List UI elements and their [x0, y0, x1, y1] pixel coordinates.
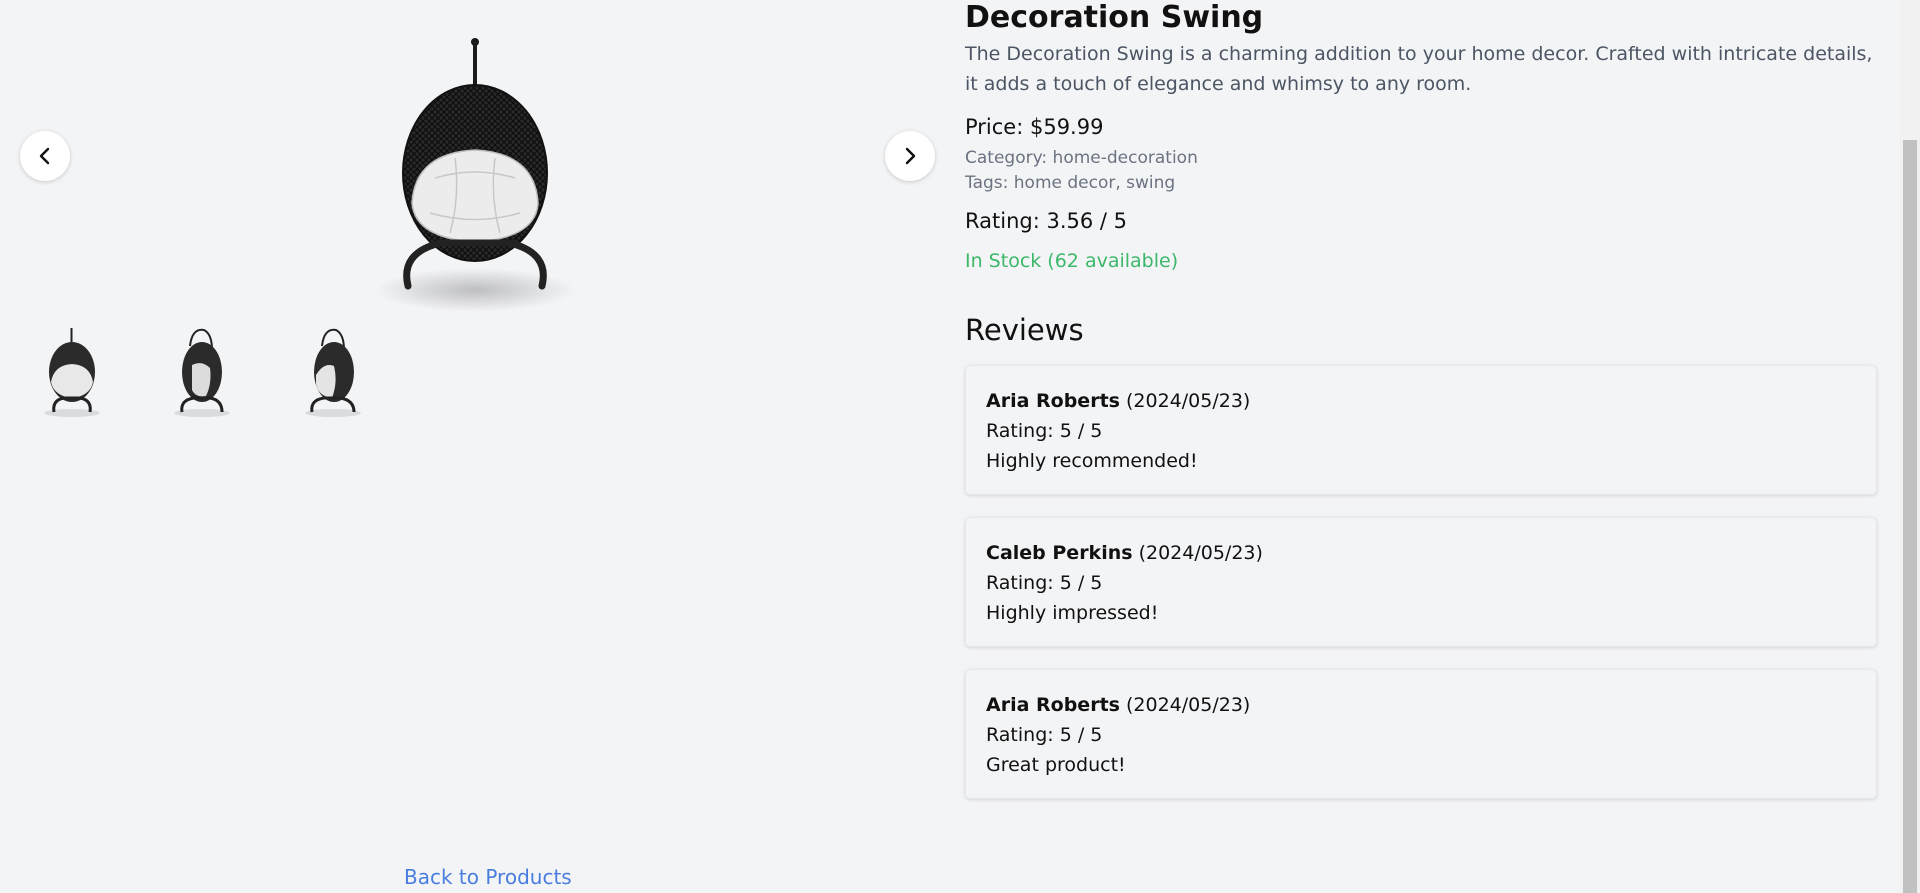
vertical-scrollbar[interactable] — [1900, 0, 1920, 893]
review-rating: Rating: 5 / 5 — [986, 420, 1103, 442]
review-date: (2024/05/23) — [1119, 694, 1251, 716]
review-comment: Highly impressed! — [986, 602, 1159, 624]
product-tags: Tags: home decor, swing — [965, 173, 1176, 193]
product-price: Price: $59.99 — [965, 115, 1104, 139]
product-main-image — [375, 38, 575, 312]
review-header: Aria Roberts (2024/05/23) — [986, 386, 1856, 416]
reviews-heading: Reviews — [965, 313, 1084, 347]
product-details: Decoration Swing The Decoration Swing is… — [965, 0, 1880, 821]
product-rating: Rating: 3.56 / 5 — [965, 209, 1128, 233]
scrollbar-thumb[interactable] — [1903, 140, 1917, 893]
product-page: Back to Products Decoration Swing The De… — [0, 0, 1920, 893]
back-to-products-link[interactable]: Back to Products — [404, 865, 572, 889]
thumbnail-2[interactable] — [162, 320, 242, 420]
review-rating: Rating: 5 / 5 — [986, 572, 1103, 594]
thumbnail-3[interactable] — [292, 320, 372, 420]
review-card: Aria Roberts (2024/05/23) Rating: 5 / 5 … — [965, 365, 1877, 495]
review-rating: Rating: 5 / 5 — [986, 724, 1103, 746]
review-author: Aria Roberts — [986, 694, 1120, 716]
chevron-left-icon — [39, 147, 50, 165]
product-title: Decoration Swing — [965, 0, 1264, 35]
review-card: Caleb Perkins (2024/05/23) Rating: 5 / 5… — [965, 517, 1877, 647]
review-author: Aria Roberts — [986, 390, 1120, 412]
review-author: Caleb Perkins — [986, 542, 1133, 564]
review-date: (2024/05/23) — [1119, 390, 1251, 412]
review-header: Caleb Perkins (2024/05/23) — [986, 538, 1856, 568]
review-date: (2024/05/23) — [1132, 542, 1263, 564]
chevron-right-icon — [905, 147, 916, 165]
review-list: Aria Roberts (2024/05/23) Rating: 5 / 5 … — [965, 365, 1880, 799]
review-comment: Highly recommended! — [986, 450, 1198, 472]
product-gallery: Back to Products — [0, 0, 940, 893]
thumbnail-strip — [32, 320, 372, 420]
stock-status: In Stock (62 available) — [965, 250, 1179, 272]
review-header: Aria Roberts (2024/05/23) — [986, 690, 1856, 720]
previous-image-button[interactable] — [20, 131, 70, 181]
product-category: Category: home-decoration — [965, 148, 1198, 168]
product-description: The Decoration Swing is a charming addit… — [965, 43, 1873, 95]
review-comment: Great product! — [986, 754, 1126, 776]
next-image-button[interactable] — [885, 131, 935, 181]
review-card: Aria Roberts (2024/05/23) Rating: 5 / 5 … — [965, 669, 1877, 799]
thumbnail-1[interactable] — [32, 320, 112, 420]
